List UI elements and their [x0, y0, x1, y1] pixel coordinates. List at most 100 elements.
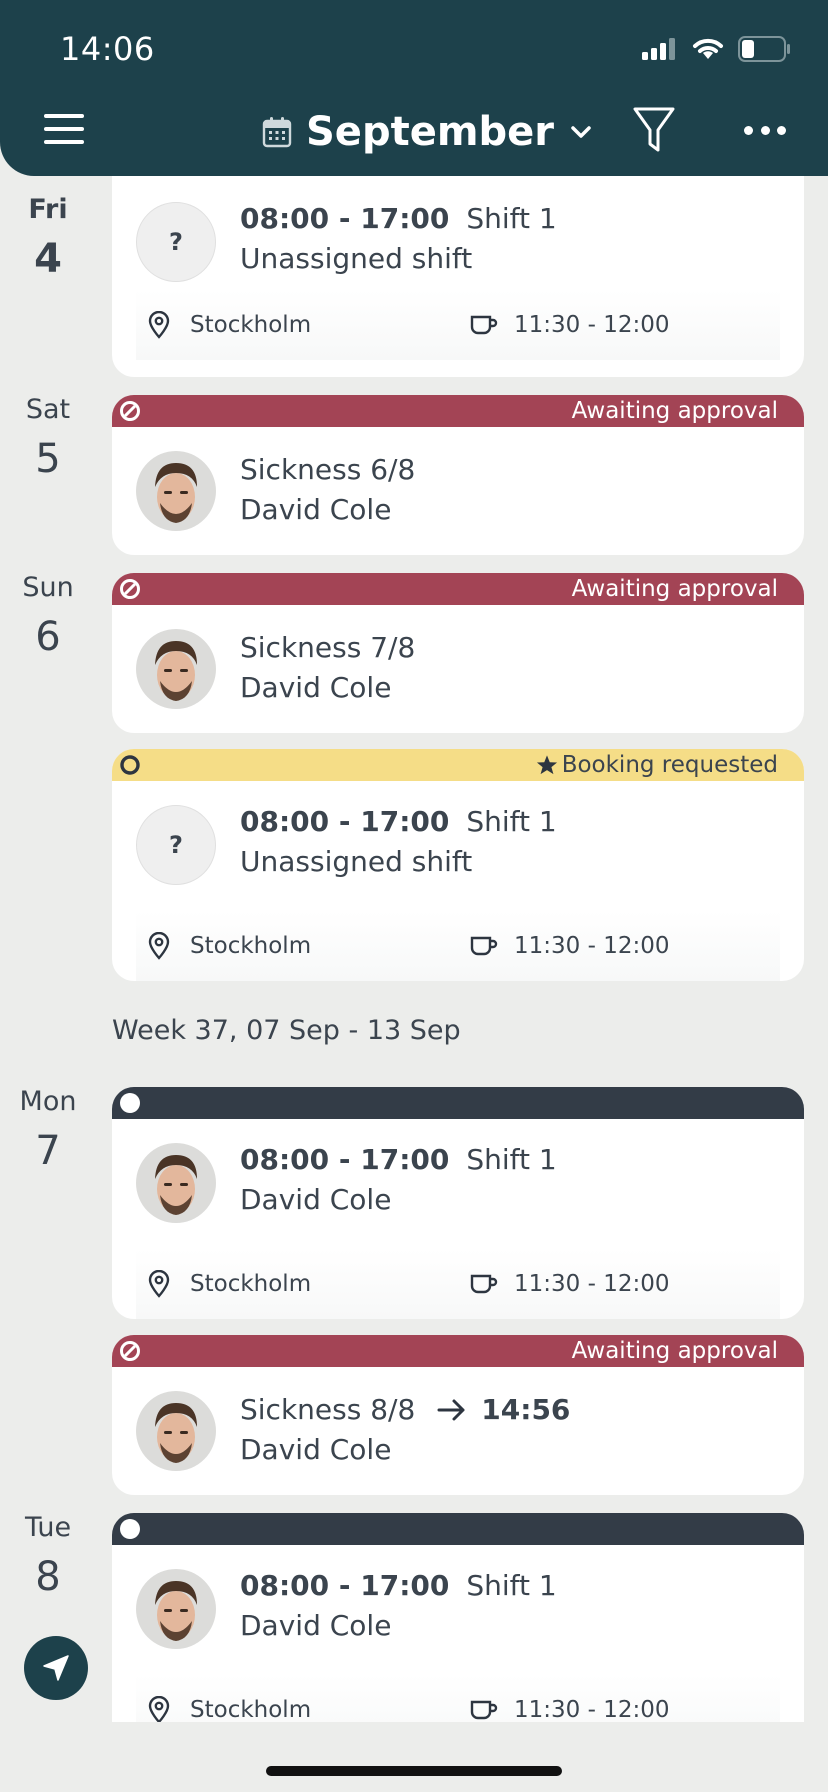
shift-time-line: 08:00 - 17:00 Shift 1: [240, 1143, 557, 1176]
absence-title-line: Sickness 8/8 14:56: [240, 1393, 570, 1426]
status-banner: [112, 1087, 804, 1119]
avatar: [136, 451, 216, 531]
break-label: 11:30 - 12:00: [514, 312, 670, 338]
wifi-icon: [693, 38, 723, 59]
location-label: Stockholm: [190, 1271, 312, 1297]
shift-time: 08:00 - 17:00: [240, 805, 450, 838]
location-pin-icon: [148, 1696, 170, 1723]
shift-time: 08:00 - 17:00: [240, 202, 450, 235]
day-num-fri: 4: [34, 236, 62, 282]
shift-name: Shift 1: [466, 1143, 557, 1176]
status-banner: Awaiting approval: [112, 395, 804, 427]
shift-card[interactable]: 08:00 - 17:00 Shift 1 David Cole Stockho…: [112, 1513, 804, 1723]
menu-button[interactable]: [44, 114, 84, 144]
arrow-right-icon: [437, 1399, 465, 1420]
day-abbr-mon: Mon: [19, 1086, 77, 1117]
break-time: 11:30 - 12:00: [470, 1271, 670, 1297]
avatar: [136, 1569, 216, 1649]
day-abbr-tue: Tue: [24, 1512, 72, 1543]
day-abbr-sat: Sat: [25, 394, 71, 425]
absence-title: Sickness 7/8: [240, 631, 416, 664]
battery-icon: [738, 36, 790, 62]
absence-person: David Cole: [240, 671, 392, 704]
pending-circle-icon: [118, 753, 142, 777]
assigned-dot-icon: [118, 1517, 142, 1541]
day-num-mon: 7: [35, 1128, 61, 1174]
location-label: Stockholm: [190, 933, 312, 959]
assigned-dot-icon: [118, 1091, 142, 1115]
location: Stockholm: [148, 311, 311, 339]
shift-person: Unassigned shift: [240, 845, 473, 878]
shift-time: 08:00 - 17:00: [240, 1143, 450, 1176]
day-num-sat: 5: [35, 436, 61, 482]
absence-end-time: 14:56: [481, 1393, 571, 1426]
unassigned-avatar: ?: [136, 805, 216, 885]
status-time: 14:06: [60, 30, 155, 68]
filter-icon: [633, 107, 675, 152]
status-label: Awaiting approval: [571, 398, 778, 424]
week-label: Week 37, 07 Sep - 13 Sep: [112, 1015, 461, 1046]
status-banner: Awaiting approval: [112, 1335, 804, 1367]
shift-time-line: 08:00 - 17:00 Shift 1: [240, 805, 557, 838]
shift-person: Unassigned shift: [240, 242, 473, 275]
navigate-icon: [43, 1655, 69, 1681]
shift-details: Stockholm 11:30 - 12:00: [136, 911, 780, 981]
shift-details: Stockholm 11:30 - 12:00: [136, 1675, 780, 1723]
signal-icon: [642, 38, 675, 60]
shift-card[interactable]: ? 08:00 - 17:00 Shift 1 Unassigned shift…: [112, 164, 804, 377]
break-label: 11:30 - 12:00: [514, 933, 670, 959]
home-indicator[interactable]: [266, 1766, 562, 1776]
day-num-tue: 8: [35, 1554, 61, 1600]
break-time: 11:30 - 12:00: [470, 312, 670, 338]
star-icon: [536, 755, 557, 775]
month-label: September: [306, 109, 554, 155]
shift-name: Shift 1: [466, 202, 557, 235]
more-icon: [744, 125, 753, 135]
unassigned-avatar: ?: [136, 202, 216, 282]
coffee-cup-icon: [470, 1274, 498, 1294]
status-label: Booking requested: [561, 752, 778, 778]
blocked-icon: [118, 1339, 142, 1363]
location-label: Stockholm: [190, 1697, 312, 1723]
shift-time-line: 08:00 - 17:00 Shift 1: [240, 202, 557, 235]
day-abbr-sun: Sun: [22, 572, 74, 603]
avatar: [136, 1391, 216, 1471]
absence-title: Sickness 6/8: [240, 453, 416, 486]
shift-details: Stockholm 11:30 - 12:00: [136, 290, 780, 360]
break-label: 11:30 - 12:00: [514, 1271, 670, 1297]
navigate-today-button[interactable]: [24, 1636, 88, 1700]
month-selector[interactable]: September: [262, 104, 592, 160]
day-num-sun: 6: [35, 614, 61, 660]
location-pin-icon: [148, 1270, 170, 1298]
absence-card[interactable]: Awaiting approval Sickness 8/8 14:56 Dav…: [112, 1335, 804, 1495]
absence-card[interactable]: Awaiting approval Sickness 6/8 David Col…: [112, 395, 804, 555]
shift-person: David Cole: [240, 1609, 392, 1642]
absence-title: Sickness 8/8: [240, 1393, 416, 1426]
absence-person: David Cole: [240, 1433, 392, 1466]
coffee-cup-icon: [470, 936, 498, 956]
blocked-icon: [118, 399, 142, 423]
more-button[interactable]: [744, 122, 786, 138]
status-label: Awaiting approval: [571, 576, 778, 602]
status-label: Awaiting approval: [571, 1338, 778, 1364]
shift-details: Stockholm 11:30 - 12:00: [136, 1249, 780, 1319]
shift-name: Shift 1: [466, 1569, 557, 1602]
coffee-cup-icon: [470, 1700, 498, 1720]
shift-card[interactable]: 08:00 - 17:00 Shift 1 David Cole Stockho…: [112, 1087, 804, 1319]
blocked-icon: [118, 577, 142, 601]
location: Stockholm: [148, 932, 311, 960]
day-abbr-fri: Fri: [28, 194, 68, 225]
absence-card[interactable]: Awaiting approval Sickness 7/8 David Col…: [112, 573, 804, 733]
shift-card[interactable]: Booking requested ? 08:00 - 17:00 Shift …: [112, 749, 804, 981]
menu-icon: [44, 114, 84, 118]
break-time: 11:30 - 12:00: [470, 1697, 670, 1723]
absence-person: David Cole: [240, 493, 392, 526]
avatar: [136, 1143, 216, 1223]
bottom-area: [0, 1722, 828, 1792]
filter-button[interactable]: [632, 106, 676, 154]
location: Stockholm: [148, 1270, 311, 1298]
status-banner: Booking requested: [112, 749, 804, 781]
shift-time-line: 08:00 - 17:00 Shift 1: [240, 1569, 557, 1602]
location-pin-icon: [148, 311, 170, 339]
location-label: Stockholm: [190, 312, 312, 338]
